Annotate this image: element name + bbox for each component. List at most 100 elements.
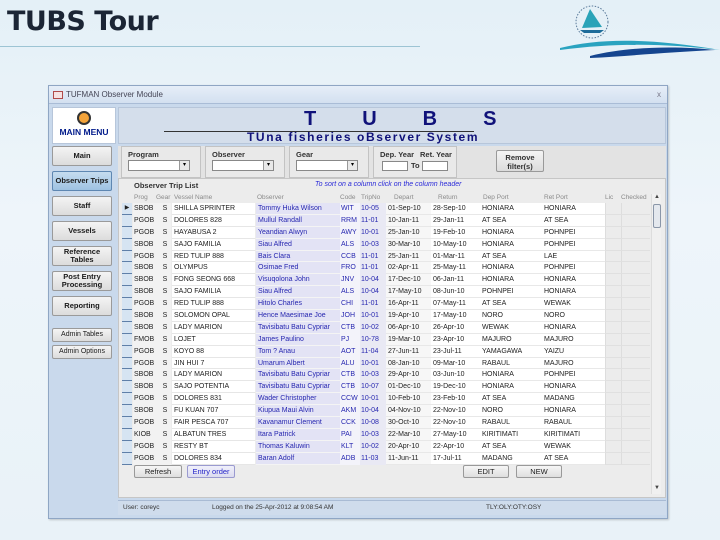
record-selector[interactable] bbox=[122, 298, 132, 311]
row-dep-port[interactable]: YAMAGAWA bbox=[480, 345, 542, 358]
row-dep-port[interactable]: AT SEA bbox=[480, 440, 542, 453]
row-observer[interactable]: Umarum Albert bbox=[256, 357, 340, 370]
record-selector[interactable] bbox=[122, 214, 132, 227]
close-icon[interactable]: x bbox=[657, 90, 661, 99]
row-dep-port[interactable]: KIRITIMATI bbox=[480, 428, 542, 441]
row-vessel-name[interactable]: FONG SEONG 668 bbox=[172, 274, 255, 287]
table-row[interactable]: SBOB S FONG SEONG 668 Visuqolona John JNV 10-… bbox=[122, 274, 650, 287]
row-checked-cell[interactable] bbox=[621, 369, 650, 382]
row-vessel-name[interactable]: HAYABUSA 2 bbox=[172, 226, 255, 239]
row-prog[interactable]: PGOB bbox=[133, 226, 159, 239]
row-lic-cell[interactable] bbox=[605, 393, 621, 406]
row-trip-no[interactable]: 11-01 bbox=[360, 298, 386, 311]
row-observer[interactable]: Tommy Huka Wilson bbox=[256, 203, 340, 215]
row-dep-port[interactable]: NORO bbox=[480, 310, 542, 322]
row-gear[interactable]: S bbox=[159, 428, 171, 441]
row-dep-port[interactable]: HONIARA bbox=[480, 238, 542, 251]
row-return-date[interactable]: 23-Feb-10 bbox=[431, 393, 480, 406]
row-vessel-name[interactable]: DOLORES 834 bbox=[172, 452, 255, 465]
row-prog[interactable]: PGOB bbox=[133, 417, 159, 429]
col-header-tripno[interactable]: TripNo bbox=[361, 194, 380, 201]
row-vessel-name[interactable]: DOLORES 828 bbox=[172, 214, 255, 227]
row-prog[interactable]: SBOB bbox=[133, 203, 159, 215]
row-checked-cell[interactable] bbox=[621, 381, 650, 394]
row-ret-port[interactable]: WEWAK bbox=[542, 440, 605, 453]
row-code[interactable]: CCB bbox=[340, 250, 360, 263]
row-observer[interactable]: Tom ? Anau bbox=[256, 345, 340, 358]
col-header-lic[interactable]: Lic bbox=[605, 194, 613, 201]
row-code[interactable]: CTB bbox=[340, 381, 360, 394]
row-return-date[interactable]: 22-Apr-10 bbox=[431, 440, 480, 453]
nav-main-button[interactable]: Main bbox=[52, 146, 112, 166]
row-observer[interactable]: Tavisibatu Batu Cypriar bbox=[256, 321, 340, 334]
row-return-date[interactable]: 08-Jun-10 bbox=[431, 286, 480, 299]
row-gear[interactable]: S bbox=[159, 417, 171, 429]
record-selector[interactable] bbox=[122, 333, 132, 346]
row-depart-date[interactable]: 16-Apr-11 bbox=[386, 298, 431, 311]
row-prog[interactable]: KIOB bbox=[133, 428, 159, 441]
row-depart-date[interactable]: 01-Sep-10 bbox=[386, 203, 431, 215]
row-code[interactable]: CTB bbox=[340, 321, 360, 334]
row-depart-date[interactable]: 10-Jan-11 bbox=[386, 214, 431, 227]
row-trip-no[interactable]: 11-01 bbox=[360, 250, 386, 263]
row-dep-port[interactable]: HONIARA bbox=[480, 274, 542, 287]
row-dep-port[interactable]: POHNPEI bbox=[480, 286, 542, 299]
record-selector[interactable] bbox=[122, 321, 132, 334]
row-observer[interactable]: Hitolo Charles bbox=[256, 298, 340, 311]
record-selector[interactable]: ▶ bbox=[122, 203, 132, 215]
row-return-date[interactable]: 22-Nov-10 bbox=[431, 417, 480, 429]
row-ret-port[interactable]: HONIARA bbox=[542, 286, 605, 299]
row-dep-port[interactable]: HONIARA bbox=[480, 381, 542, 394]
vertical-scrollbar[interactable]: ▲ ▼ bbox=[651, 194, 661, 494]
row-depart-date[interactable]: 04-Nov-10 bbox=[386, 405, 431, 418]
col-header-depart[interactable]: Depart bbox=[394, 194, 414, 201]
row-gear[interactable]: S bbox=[159, 321, 171, 334]
row-depart-date[interactable]: 08-Jan-10 bbox=[386, 357, 431, 370]
row-return-date[interactable]: 06-Jan-11 bbox=[431, 274, 480, 287]
row-dep-port[interactable]: RABAUL bbox=[480, 357, 542, 370]
row-lic-cell[interactable] bbox=[605, 381, 621, 394]
row-prog[interactable]: PGOB bbox=[133, 357, 159, 370]
row-prog[interactable]: PGOB bbox=[133, 250, 159, 263]
row-lic-cell[interactable] bbox=[605, 262, 621, 275]
row-return-date[interactable]: 01-Mar-11 bbox=[431, 250, 480, 263]
record-selector[interactable] bbox=[122, 357, 132, 370]
row-gear[interactable]: S bbox=[159, 393, 171, 406]
row-dep-port[interactable]: HONIARA bbox=[480, 262, 542, 275]
row-lic-cell[interactable] bbox=[605, 345, 621, 358]
row-vessel-name[interactable]: JIN HUI 7 bbox=[172, 357, 255, 370]
remove-filters-button[interactable]: Remove filter(s) bbox=[496, 150, 544, 172]
row-depart-date[interactable]: 17-May-10 bbox=[386, 286, 431, 299]
row-gear[interactable]: S bbox=[159, 286, 171, 299]
record-selector[interactable] bbox=[122, 274, 132, 287]
row-vessel-name[interactable]: FU KUAN 707 bbox=[172, 405, 255, 418]
record-selector[interactable] bbox=[122, 262, 132, 275]
record-selector[interactable] bbox=[122, 417, 132, 429]
table-row[interactable]: KIOB S ALBATUN TRES Itara Patrick PAI 10-03 22… bbox=[122, 428, 650, 441]
row-checked-cell[interactable] bbox=[621, 452, 650, 465]
row-checked-cell[interactable] bbox=[621, 345, 650, 358]
row-trip-no[interactable]: 11-04 bbox=[360, 345, 386, 358]
row-code[interactable]: CTB bbox=[340, 369, 360, 382]
row-checked-cell[interactable] bbox=[621, 203, 650, 215]
table-row[interactable]: FMOB S LOJET James Paulino PJ 10-78 19-Mar-10 2… bbox=[122, 333, 650, 346]
row-gear[interactable]: S bbox=[159, 333, 171, 346]
row-observer[interactable]: Visuqolona John bbox=[256, 274, 340, 287]
col-header-code[interactable]: Code bbox=[340, 194, 356, 201]
row-depart-date[interactable]: 10-Feb-10 bbox=[386, 393, 431, 406]
row-vessel-name[interactable]: RED TULIP 888 bbox=[172, 298, 255, 311]
row-return-date[interactable]: 25-May-11 bbox=[431, 262, 480, 275]
row-return-date[interactable]: 19-Feb-10 bbox=[431, 226, 480, 239]
table-row[interactable]: ▶ SBOB S SHILLA SPRINTER Tommy Huka Wilson WI… bbox=[122, 203, 650, 215]
row-gear[interactable]: S bbox=[159, 203, 171, 215]
row-trip-no[interactable]: 10-08 bbox=[360, 417, 386, 429]
record-selector[interactable] bbox=[122, 238, 132, 251]
admin-options-button[interactable]: Admin Options bbox=[52, 345, 112, 359]
row-dep-port[interactable]: NORO bbox=[480, 405, 542, 418]
row-ret-port[interactable]: HONIARA bbox=[542, 405, 605, 418]
row-prog[interactable]: SBOB bbox=[133, 310, 159, 322]
row-observer[interactable]: Wader Christopher bbox=[256, 393, 340, 406]
table-row[interactable]: SBOB S SAJO POTENTIA Tavisibatu Batu Cypria… bbox=[122, 381, 650, 394]
row-prog[interactable]: SBOB bbox=[133, 381, 159, 394]
entry-order-button[interactable]: Entry order bbox=[187, 465, 235, 478]
